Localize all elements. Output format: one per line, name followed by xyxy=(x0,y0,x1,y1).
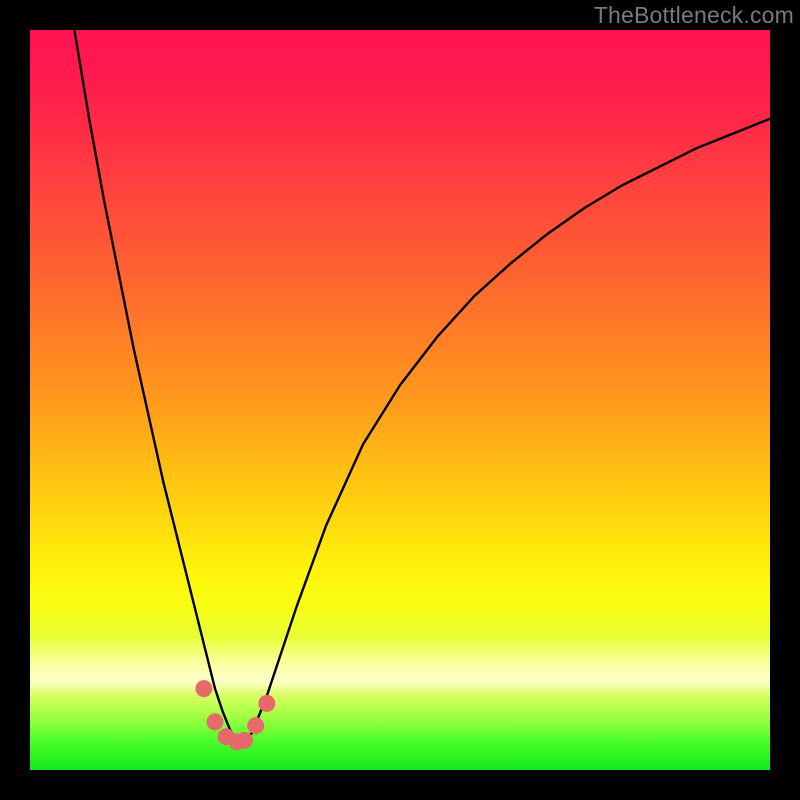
marker-dot xyxy=(207,713,224,730)
marker-dot xyxy=(195,680,212,697)
bottleneck-curve xyxy=(74,30,770,740)
curve-path xyxy=(74,30,770,740)
chart-frame: TheBottleneck.com xyxy=(0,0,800,800)
marker-dot xyxy=(247,717,264,734)
watermark-text: TheBottleneck.com xyxy=(594,2,794,29)
marker-dot xyxy=(258,695,275,712)
min-markers xyxy=(195,680,275,750)
plot-area xyxy=(30,30,770,770)
marker-dot xyxy=(236,732,253,749)
chart-svg xyxy=(30,30,770,770)
